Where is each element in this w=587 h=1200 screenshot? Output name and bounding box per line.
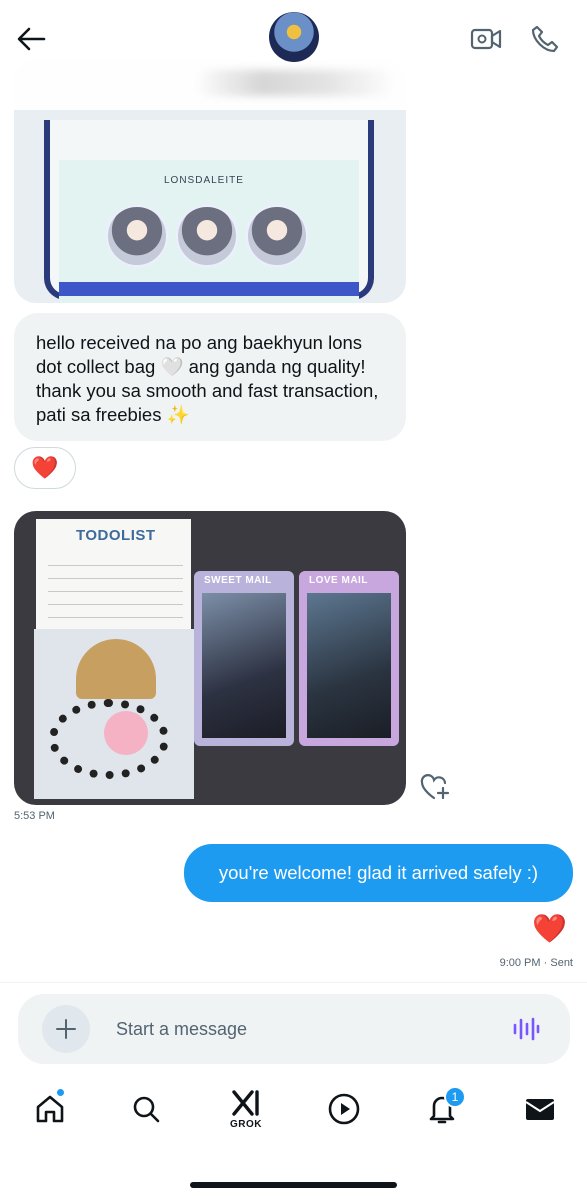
photocard-label: SWEET MAIL [204, 575, 272, 586]
message-reaction[interactable]: ❤️ [14, 447, 76, 489]
photocard: LOVE MAIL [299, 571, 399, 746]
photocard: SWEET MAIL [194, 571, 294, 746]
envelope-icon [525, 1099, 555, 1120]
nav-messages[interactable] [516, 1080, 564, 1138]
play-icon [328, 1093, 360, 1125]
heart-plus-icon [420, 774, 450, 800]
heart-reaction: ❤️ [31, 455, 59, 480]
bag-title-text: LONSDALEITE [164, 175, 244, 186]
photocard-label: LOVE MAIL [309, 575, 368, 586]
timestamp-time: 9:00 PM [499, 957, 541, 969]
voice-message-button[interactable] [508, 1012, 544, 1046]
notification-count-badge: 1 [444, 1086, 466, 1108]
voice-wave-icon [513, 1017, 540, 1041]
photocard-image [307, 593, 391, 738]
todo-note-card: TODOLIST [36, 519, 191, 631]
message-text: hello received na po ang baekhyun lons d… [36, 332, 379, 425]
message-bubble-incoming[interactable]: hello received na po ang baekhyun lons d… [14, 313, 406, 441]
message-status: Sent [550, 957, 573, 969]
message-composer [18, 994, 570, 1064]
grok-icon [232, 1090, 259, 1116]
message-bubble-outgoing[interactable]: you're welcome! glad it arrived safely :… [184, 844, 573, 902]
photocard-image [202, 593, 286, 738]
contact-avatar[interactable] [269, 12, 319, 62]
message-text: you're welcome! glad it arrived safely :… [218, 862, 539, 883]
nav-notifications[interactable]: 1 [418, 1080, 466, 1138]
bottom-navigation: GROK 1 [0, 1080, 587, 1144]
message-image-freebies[interactable]: TODOLIST SWEET MAIL LOVE MAIL [14, 511, 406, 805]
message-timestamp: 9:00 PM · Sent [500, 957, 573, 969]
message-input[interactable] [116, 1016, 496, 1042]
note-title: TODOLIST [76, 527, 156, 544]
divider [0, 982, 587, 983]
contact-name-redacted [195, 70, 395, 96]
nav-video[interactable] [320, 1080, 368, 1138]
pin-badge [176, 205, 238, 267]
message-timestamp: 5:53 PM [14, 810, 55, 822]
pin-badge [106, 205, 168, 267]
charm-logo [76, 639, 156, 699]
home-icon [36, 1095, 64, 1123]
grok-label: GROK [230, 1119, 262, 1130]
video-call-button[interactable] [468, 22, 504, 56]
add-media-button[interactable] [42, 1005, 90, 1053]
plus-icon [56, 1019, 76, 1039]
note-handwriting [48, 553, 183, 623]
add-reaction-button[interactable] [418, 772, 452, 802]
nav-search[interactable] [122, 1080, 170, 1138]
search-icon [133, 1096, 160, 1123]
phone-icon [531, 25, 559, 53]
video-camera-icon [470, 28, 502, 50]
arrow-left-icon [17, 27, 46, 51]
nav-home[interactable] [26, 1080, 74, 1138]
nav-grok[interactable]: GROK [222, 1080, 270, 1138]
bracelet-card [34, 629, 194, 799]
back-button[interactable] [14, 24, 48, 54]
new-content-dot [56, 1088, 65, 1097]
bag-stripe [59, 282, 359, 296]
voice-call-button[interactable] [527, 22, 563, 56]
charm-pendant [104, 711, 148, 755]
chat-header [0, 0, 587, 110]
pin-badge [246, 205, 308, 267]
heart-reaction[interactable]: ❤️ [532, 912, 567, 945]
home-indicator[interactable] [190, 1182, 397, 1188]
